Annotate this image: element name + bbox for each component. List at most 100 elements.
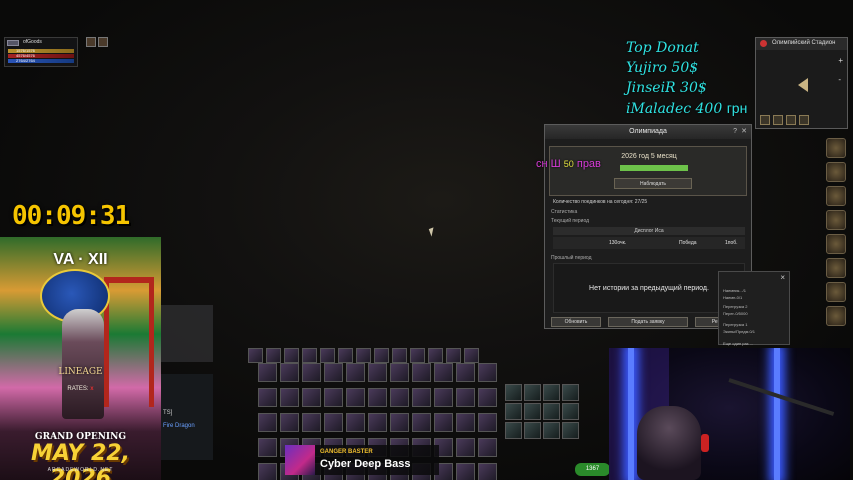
chat-window[interactable] xyxy=(161,305,213,362)
skill-slot[interactable] xyxy=(258,388,277,407)
buff-icon[interactable] xyxy=(86,37,96,47)
skill-slot[interactable] xyxy=(368,363,387,382)
skill-slot[interactable] xyxy=(478,363,497,382)
olympiad-banner: 2026 год 5 месяц Наблюдать xyxy=(549,146,747,196)
skill-slot[interactable] xyxy=(505,384,522,401)
chat-log[interactable] xyxy=(161,374,213,460)
skill-slot[interactable] xyxy=(412,363,431,382)
skill-slot[interactable] xyxy=(524,403,541,420)
buff-icon[interactable] xyxy=(98,37,108,47)
map-button[interactable] xyxy=(799,115,809,125)
skill-slot[interactable] xyxy=(478,388,497,407)
skill-slot[interactable] xyxy=(543,384,560,401)
menu-icon[interactable] xyxy=(826,258,846,278)
skill-slot[interactable] xyxy=(346,388,365,407)
menu-icon[interactable] xyxy=(826,306,846,326)
skill-slot[interactable] xyxy=(412,388,431,407)
skill-slot[interactable] xyxy=(324,363,343,382)
class-icon xyxy=(7,40,19,46)
skill-slot[interactable] xyxy=(464,348,479,363)
skill-slot[interactable] xyxy=(543,403,560,420)
skill-slot[interactable] xyxy=(338,348,353,363)
skill-slot[interactable] xyxy=(434,363,453,382)
skill-slot[interactable] xyxy=(524,422,541,439)
skill-slot[interactable] xyxy=(478,463,497,480)
menu-icon[interactable] xyxy=(826,210,846,230)
skill-slot[interactable] xyxy=(302,363,321,382)
close-button[interactable]: ✕ xyxy=(741,125,747,139)
skill-slot[interactable] xyxy=(456,438,475,457)
skill-slot[interactable] xyxy=(302,388,321,407)
skill-slot[interactable] xyxy=(248,348,263,363)
skill-slot[interactable] xyxy=(346,413,365,432)
skill-slot[interactable] xyxy=(280,363,299,382)
skill-slot[interactable] xyxy=(280,413,299,432)
menu-icon[interactable] xyxy=(826,186,846,206)
skill-slot[interactable] xyxy=(390,363,409,382)
watch-button[interactable]: Наблюдать xyxy=(614,178,692,189)
map-button[interactable] xyxy=(760,115,770,125)
skill-slot[interactable] xyxy=(562,403,579,420)
skill-slot[interactable] xyxy=(390,413,409,432)
skill-slot[interactable] xyxy=(266,348,281,363)
class-header: Дисплог Иса xyxy=(553,227,745,235)
menu-icon[interactable] xyxy=(826,234,846,254)
skill-slot[interactable] xyxy=(543,422,560,439)
minimap[interactable]: Олимпийский Стадион + - xyxy=(755,37,848,129)
skill-slot[interactable] xyxy=(478,438,497,457)
skill-slot[interactable] xyxy=(302,348,317,363)
skill-slot[interactable] xyxy=(434,413,453,432)
skill-slot[interactable] xyxy=(562,384,579,401)
skill-slot[interactable] xyxy=(392,348,407,363)
stream-overlay-text: сн Ш 50 прав xyxy=(536,158,601,170)
skill-slot[interactable] xyxy=(412,413,431,432)
zoom-out-button[interactable]: - xyxy=(838,75,843,84)
skill-slot[interactable] xyxy=(320,348,335,363)
skill-slot[interactable] xyxy=(446,348,461,363)
apply-button[interactable]: Подать заявку xyxy=(608,317,688,327)
close-icon[interactable]: × xyxy=(780,273,785,282)
skill-slot[interactable] xyxy=(374,348,389,363)
skill-slot[interactable] xyxy=(505,422,522,439)
skill-slot[interactable] xyxy=(456,463,475,480)
skill-slot[interactable] xyxy=(258,438,277,457)
skill-slot[interactable] xyxy=(524,384,541,401)
skill-slot[interactable] xyxy=(284,348,299,363)
map-button[interactable] xyxy=(786,115,796,125)
skill-slot[interactable] xyxy=(258,463,277,480)
menu-icon[interactable] xyxy=(826,282,846,302)
skill-slot[interactable] xyxy=(478,413,497,432)
skill-slot[interactable] xyxy=(505,403,522,420)
mic-arm xyxy=(728,378,835,416)
skill-slot[interactable] xyxy=(280,388,299,407)
quest-panel[interactable]: × Наемник.../1 Наемн-0/1 Перегрузка 2 Пе… xyxy=(718,271,790,346)
skill-slot[interactable] xyxy=(456,363,475,382)
skill-slot[interactable] xyxy=(302,413,321,432)
menu-icon[interactable] xyxy=(826,162,846,182)
refresh-button[interactable]: Обновить xyxy=(551,317,601,327)
skill-slot[interactable] xyxy=(258,413,277,432)
skill-slot[interactable] xyxy=(562,422,579,439)
skill-slot[interactable] xyxy=(258,363,277,382)
menu-icon[interactable] xyxy=(826,138,846,158)
skill-slot[interactable] xyxy=(410,348,425,363)
skill-slot[interactable] xyxy=(324,413,343,432)
help-button[interactable]: ? xyxy=(733,125,737,139)
skill-slot[interactable] xyxy=(434,388,453,407)
skill-slot[interactable] xyxy=(428,348,443,363)
quest-line: Наемник.../1 xyxy=(723,288,746,293)
zoom-in-button[interactable]: + xyxy=(838,56,843,65)
skill-bar-top xyxy=(248,348,479,363)
skill-slot[interactable] xyxy=(390,388,409,407)
map-button[interactable] xyxy=(773,115,783,125)
skill-slot[interactable] xyxy=(368,413,387,432)
skill-slot[interactable] xyxy=(368,388,387,407)
skill-slot[interactable] xyxy=(324,388,343,407)
quest-line: Еще один раз ... xyxy=(723,341,753,346)
album-art xyxy=(285,445,315,475)
skill-slot[interactable] xyxy=(456,413,475,432)
skill-slot[interactable] xyxy=(356,348,371,363)
skill-slot[interactable] xyxy=(346,363,365,382)
skill-slot[interactable] xyxy=(456,388,475,407)
character-status-panel[interactable]: ofGoods 1576/1576 4576/4576 2764/2764 xyxy=(4,37,78,67)
